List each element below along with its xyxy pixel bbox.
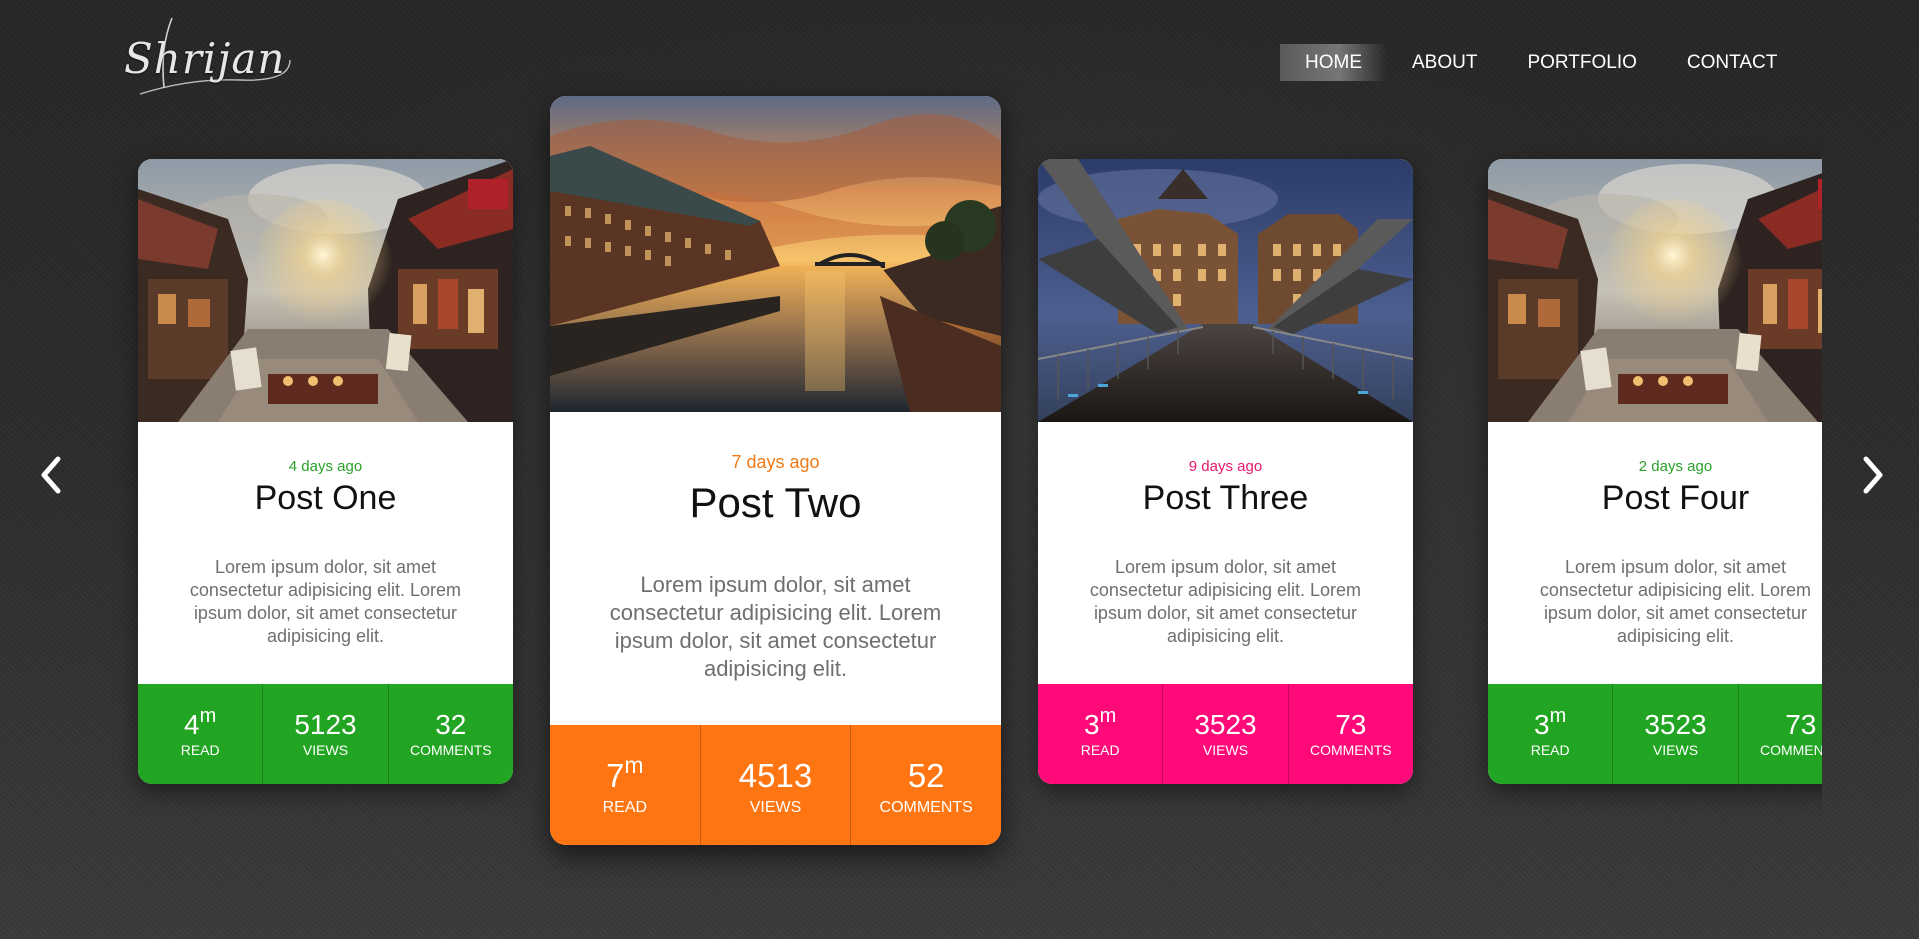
stat-read: 3m READ — [1038, 684, 1164, 784]
post-date: 4 days ago — [288, 458, 363, 475]
stat-views-value: 3523 — [1194, 709, 1257, 740]
stat-comments-value: 32 — [435, 709, 467, 740]
post-title[interactable]: Post One — [138, 479, 513, 518]
stat-read-label: READ — [1530, 742, 1570, 758]
stat-views: 5123 VIEWS — [263, 684, 389, 784]
carousel-next-button[interactable] — [1854, 453, 1890, 497]
stat-read-value: 3 — [1534, 709, 1550, 740]
stat-read-label: READ — [180, 742, 220, 758]
stat-read-label: READ — [1080, 742, 1120, 758]
post-body: 7 days ago Post Two Lorem ipsum dolor, s… — [550, 412, 1001, 683]
post-image — [1488, 159, 1822, 422]
stat-read-unit: m — [1099, 704, 1117, 727]
post-excerpt: Lorem ipsum dolor, sit amet consectetur … — [609, 572, 942, 681]
post-excerpt: Lorem ipsum dolor, sit amet consectetur … — [1089, 557, 1362, 646]
stat-views: 4513 VIEWS — [701, 725, 852, 845]
stat-comments-label: COMMENTS — [1759, 742, 1822, 758]
post-image — [138, 159, 513, 422]
post-title[interactable]: Post Two — [550, 479, 1001, 527]
post-date: 9 days ago — [1188, 458, 1263, 475]
post-image — [550, 96, 1001, 412]
stat-views-value: 3523 — [1644, 709, 1707, 740]
stat-comments: 73 COMMENTS — [1739, 684, 1822, 784]
post-stats: 7m READ 4513 VIEWS 52 COMMENTS — [550, 725, 1001, 845]
stat-comments: 73 COMMENTS — [1289, 684, 1413, 784]
stat-comments-label: COMMENTS — [1309, 742, 1392, 758]
stat-comments-value: 73 — [1335, 709, 1367, 740]
stat-read: 3m READ — [1488, 684, 1614, 784]
stat-comments-label: COMMENTS — [409, 742, 492, 758]
stat-views: 3523 VIEWS — [1163, 684, 1289, 784]
stat-read-value: 3 — [1084, 709, 1100, 740]
post-image — [1038, 159, 1413, 422]
carousel-prev-button[interactable] — [34, 453, 70, 497]
stat-views-label: VIEWS — [1202, 742, 1249, 758]
stat-read-value: 7 — [606, 757, 625, 794]
post-date: 7 days ago — [731, 452, 820, 472]
post-excerpt: Lorem ipsum dolor, sit amet consectetur … — [1539, 557, 1812, 646]
post-stats: 3m READ 3523 VIEWS 73 COMMENTS — [1488, 684, 1822, 784]
stat-comments: 32 COMMENTS — [389, 684, 513, 784]
post-card-2[interactable]: 7 days ago Post Two Lorem ipsum dolor, s… — [550, 96, 1001, 845]
stat-read: 4m READ — [138, 684, 264, 784]
post-card-1[interactable]: 4 days ago Post One Lorem ipsum dolor, s… — [138, 159, 513, 784]
post-title[interactable]: Post Four — [1488, 479, 1822, 518]
stat-read-label: READ — [602, 799, 648, 816]
stat-read: 7m READ — [550, 725, 701, 845]
stat-read-unit: m — [199, 704, 217, 727]
stat-comments-value: 73 — [1785, 709, 1817, 740]
stat-views-label: VIEWS — [1652, 742, 1699, 758]
stat-views-label: VIEWS — [302, 742, 349, 758]
post-stats: 3m READ 3523 VIEWS 73 COMMENTS — [1038, 684, 1413, 784]
stat-read-value: 4 — [184, 709, 200, 740]
stat-views-value: 4513 — [738, 757, 813, 794]
stat-comments-label: COMMENTS — [879, 799, 973, 816]
chevron-left-icon — [41, 456, 61, 494]
post-stats: 4m READ 5123 VIEWS 32 COMMENTS — [138, 684, 513, 784]
post-card-4[interactable]: 2 days ago Post Four Lorem ipsum dolor, … — [1488, 159, 1822, 784]
post-date: 2 days ago — [1638, 458, 1713, 475]
stat-views: 3523 VIEWS — [1613, 684, 1739, 784]
stat-comments: 52 COMMENTS — [851, 725, 1001, 845]
post-title[interactable]: Post Three — [1038, 479, 1413, 518]
stat-comments-value: 52 — [907, 757, 945, 794]
stat-read-unit: m — [624, 752, 644, 778]
stat-views-value: 5123 — [294, 709, 357, 740]
post-excerpt: Lorem ipsum dolor, sit amet consectetur … — [189, 557, 462, 646]
stat-read-unit: m — [1549, 704, 1567, 727]
post-card-3[interactable]: 9 days ago Post Three Lorem ipsum dolor,… — [1038, 159, 1413, 784]
chevron-right-icon — [1863, 456, 1883, 494]
stat-views-label: VIEWS — [749, 799, 802, 816]
carousel-track: 4 days ago Post One Lorem ipsum dolor, s… — [0, 0, 1822, 939]
